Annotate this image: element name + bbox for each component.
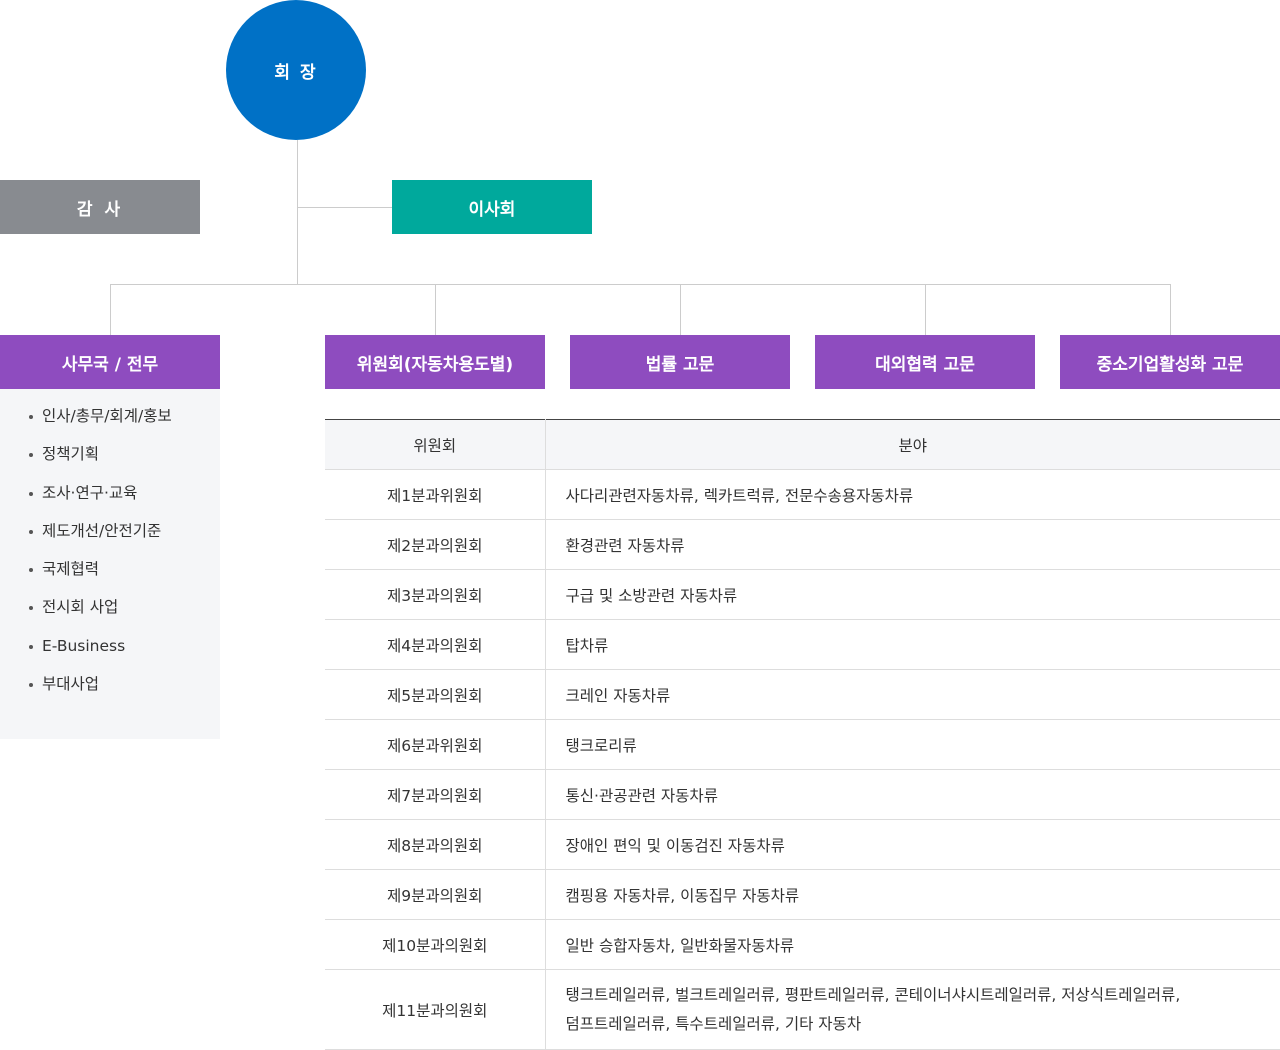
committee-field: 통신·관공관련 자동차류 [545,769,1280,820]
table-row: 제5분과의원회 크레인 자동차류 [325,669,1280,720]
dept-legal-advisor: 법률 고문 [570,335,790,389]
committee-name: 제3분과의원회 [325,569,546,620]
connector-dept-5 [1170,284,1171,335]
connector-dept-4 [925,284,926,335]
chairman-node: 회 장 [226,0,366,140]
committee-name: 제5분과의원회 [325,669,546,720]
table-row: 제3분과의원회 구급 및 소방관련 자동차류 [325,569,1280,620]
dept-secretariat: 사무국 / 전무 [0,335,220,389]
duty-item: 제도개선/안전기준 [0,514,220,552]
secretariat-duties-list: 인사/총무/회계/홍보 정책기획 조사·연구·교육 제도개선/안전기준 국제협력… [0,389,220,739]
committee-name: 제10분과의원회 [325,919,546,970]
committee-name: 제2분과의원회 [325,519,546,570]
table-row: 제9분과의원회 캠핑용 자동차류, 이동집무 자동차류 [325,869,1280,920]
committee-field: 환경관련 자동차류 [545,519,1280,570]
committee-name: 제1분과위원회 [325,469,546,520]
committee-field: 탱크트레일러류, 벌크트레일러류, 평판트레일러류, 콘테이너샤시트레일러류, … [545,969,1280,1050]
table-row: 제7분과의원회 통신·관공관련 자동차류 [325,769,1280,820]
header-committee: 위원회 [325,419,546,470]
connector-dept-3 [680,284,681,335]
committee-field: 캠핑용 자동차류, 이동집무 자동차류 [545,869,1280,920]
committee-name: 제11분과의원회 [325,969,546,1050]
committee-field: 탑차류 [545,619,1280,670]
auditor-node: 감 사 [0,180,200,234]
connector-chairman-vertical [297,140,298,285]
duty-item: 정책기획 [0,437,220,475]
table-row: 제10분과의원회 일반 승합자동차, 일반화물자동차류 [325,919,1280,970]
committee-name: 제8분과의원회 [325,819,546,870]
committee-field: 일반 승합자동차, 일반화물자동차류 [545,919,1280,970]
duty-item: 부대사업 [0,667,220,705]
header-field: 분야 [545,419,1280,470]
committee-field: 탱크로리류 [545,719,1280,770]
dept-sme-advisor: 중소기업활성화 고문 [1060,335,1280,389]
duty-item: 전시회 사업 [0,590,220,628]
table-row: 제11분과의원회 탱크트레일러류, 벌크트레일러류, 평판트레일러류, 콘테이너… [325,969,1280,1050]
table-row: 제2분과의원회 환경관련 자동차류 [325,519,1280,570]
connector-dept-2 [435,284,436,335]
committee-field: 크레인 자동차류 [545,669,1280,720]
dept-committee: 위원회(자동차용도별) [325,335,545,389]
table-row: 제4분과의원회 탑차류 [325,619,1280,670]
table-row: 제8분과의원회 장애인 편익 및 이동검진 자동차류 [325,819,1280,870]
connector-dept-1 [110,284,111,335]
committee-field-line: 덤프트레일러류, 특수트레일러류, 기타 자동차 [565,1014,862,1033]
duty-item: 인사/총무/회계/홍보 [0,399,220,437]
duty-item: 국제협력 [0,552,220,590]
committee-name: 제9분과의원회 [325,869,546,920]
duty-item: 조사·연구·교육 [0,476,220,514]
committee-table: 위원회 분야 제1분과위원회 사다리관련자동차류, 렉카트럭류, 전문수송용자동차… [325,419,1280,1050]
committee-field: 사다리관련자동차류, 렉카트럭류, 전문수송용자동차류 [545,469,1280,520]
table-row: 제6분과위원회 탱크로리류 [325,719,1280,770]
committee-name: 제6분과위원회 [325,719,546,770]
connector-board [297,207,392,208]
committee-field-line: 탱크트레일러류, 벌크트레일러류, 평판트레일러류, 콘테이너샤시트레일러류, … [565,985,1181,1004]
table-row: 제1분과위원회 사다리관련자동차류, 렉카트럭류, 전문수송용자동차류 [325,469,1280,520]
duty-item: E-Business [0,629,220,667]
dept-external-advisor: 대외협력 고문 [815,335,1035,389]
committee-field: 장애인 편익 및 이동검진 자동차류 [545,819,1280,870]
connector-departments-horizontal [110,284,1171,285]
table-header-row: 위원회 분야 [325,419,1280,470]
committee-name: 제7분과의원회 [325,769,546,820]
committee-name: 제4분과의원회 [325,619,546,670]
board-node: 이사회 [392,180,592,234]
committee-field: 구급 및 소방관련 자동차류 [545,569,1280,620]
